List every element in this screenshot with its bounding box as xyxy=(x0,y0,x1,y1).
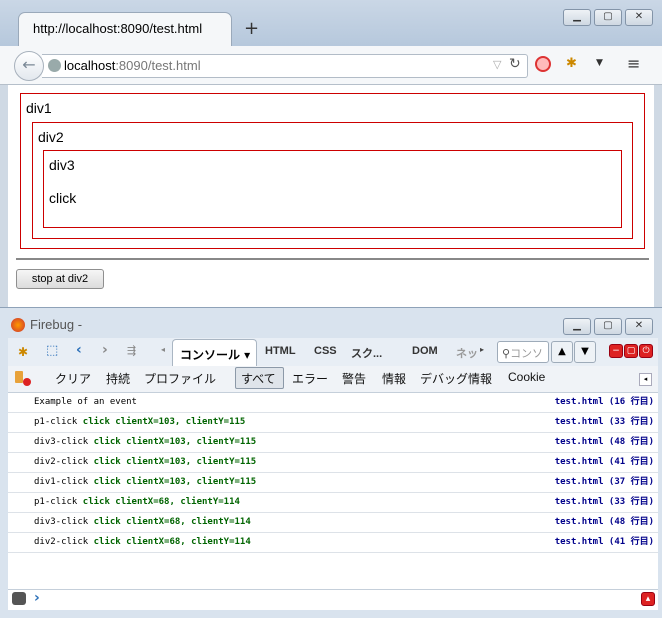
dropdown-icon[interactable]: ▽ xyxy=(493,58,501,71)
log-source-link[interactable]: test.html (48 行目) xyxy=(555,513,654,532)
scroll-right-icon[interactable]: ▸ xyxy=(480,345,484,354)
browser-tab[interactable]: http://localhost:8090/test.html xyxy=(18,12,232,46)
back-arrow-icon[interactable]: ‹ xyxy=(76,342,82,358)
search-icon: ⚲ xyxy=(502,347,511,360)
command-editor-icon[interactable] xyxy=(12,592,26,605)
globe-icon xyxy=(48,59,61,72)
maximize-button[interactable]: ▢ xyxy=(594,9,622,26)
log-source-link[interactable]: test.html (16 行目) xyxy=(555,393,654,412)
filter-errors-button[interactable]: エラー xyxy=(292,370,328,387)
tab-title: http://localhost:8090/test.html xyxy=(33,21,203,36)
filter-debug-button[interactable]: デバッグ情報 xyxy=(420,370,492,387)
div3[interactable]: div3 click xyxy=(43,150,622,228)
back-arrow-icon: ← xyxy=(22,55,36,74)
close-button[interactable]: ✕ xyxy=(625,9,653,26)
tab-dom[interactable]: DOM xyxy=(412,345,438,357)
div1-label: div1 xyxy=(26,100,52,116)
firebug-icon[interactable]: ✱ xyxy=(566,56,577,71)
log-source-link[interactable]: test.html (41 行目) xyxy=(555,453,654,472)
div2-label: div2 xyxy=(38,129,64,145)
minimize-button[interactable]: ▁ xyxy=(563,9,591,26)
search-input[interactable]: ⚲コンソ xyxy=(497,341,549,363)
firebug-minimize-button[interactable]: ▁ xyxy=(563,318,591,335)
pause-icon[interactable] xyxy=(15,371,23,383)
stop-at-div2-button[interactable]: stop at div2 xyxy=(16,269,104,289)
command-line[interactable] xyxy=(8,589,658,610)
firebug-minimize-icon[interactable]: − xyxy=(609,344,623,358)
tab-html[interactable]: HTML xyxy=(265,345,296,357)
log-source-link[interactable]: test.html (33 行目) xyxy=(555,493,654,512)
persist-button[interactable]: 持続 xyxy=(106,370,130,387)
profile-button[interactable]: プロファイル xyxy=(144,370,216,387)
filter-info-button[interactable]: 情報 xyxy=(382,370,406,387)
command-prompt: › xyxy=(34,590,40,606)
tab-net[interactable]: ネッ xyxy=(456,345,478,361)
log-source-link[interactable]: test.html (37 行目) xyxy=(555,473,654,492)
search-prev-button[interactable]: ▲ xyxy=(551,341,573,363)
log-row: Example of an event test.html (16 行目) xyxy=(8,393,658,413)
new-tab-button[interactable]: + xyxy=(244,18,259,39)
console-log: Example of an event test.html (16 行目) p1… xyxy=(8,393,658,589)
menu-icon[interactable]: ≡ xyxy=(627,56,640,72)
firebug-title: Firebug - xyxy=(30,317,83,332)
tab-script[interactable]: スク... xyxy=(351,345,382,361)
filter-all-label: すべて xyxy=(241,372,276,386)
scroll-left-icon[interactable]: ◂ xyxy=(161,345,165,354)
tab-css[interactable]: CSS xyxy=(314,345,337,357)
firebug-maximize-button[interactable]: ▢ xyxy=(594,318,622,335)
log-row: div1-click click clientX=103, clientY=11… xyxy=(8,473,658,493)
log-row: p1-click click clientX=103, clientY=115 t… xyxy=(8,413,658,433)
log-row: div3-click click clientX=68, clientY=114… xyxy=(8,513,658,533)
firebug-bug-icon[interactable]: ✱ xyxy=(18,345,28,359)
log-source-link[interactable]: test.html (41 行目) xyxy=(555,533,654,552)
url-text[interactable]: localhost:8090/test.html xyxy=(64,58,201,73)
clear-button[interactable]: クリア xyxy=(55,370,91,387)
log-row: div3-click click clientX=103, clientY=11… xyxy=(8,433,658,453)
step-icon[interactable]: ⇶ xyxy=(127,344,136,357)
filter-cookie-button[interactable]: Cookie xyxy=(508,370,545,384)
chevron-down-icon[interactable]: ▼ xyxy=(596,58,603,68)
divider xyxy=(16,258,649,260)
firebug-power-icon[interactable]: ⏻ xyxy=(639,344,653,358)
firefox-icon xyxy=(11,318,25,332)
forward-arrow-icon[interactable]: › xyxy=(102,342,108,358)
search-next-button[interactable]: ▼ xyxy=(574,341,596,363)
reload-icon[interactable]: ↻ xyxy=(509,56,521,72)
log-source-link[interactable]: test.html (33 行目) xyxy=(555,413,654,432)
p1-text[interactable]: click xyxy=(49,190,76,206)
expand-command-icon[interactable]: ▴ xyxy=(641,592,655,606)
filter-warnings-button[interactable]: 警告 xyxy=(342,370,366,387)
firebug-close-button[interactable]: ✕ xyxy=(625,318,653,335)
collapse-icon[interactable]: ◂ xyxy=(639,373,652,386)
block-addon-icon[interactable] xyxy=(535,56,551,72)
log-row: div2-click click clientX=103, clientY=11… xyxy=(8,453,658,473)
log-row: p1-click click clientX=68, clientY=114 te… xyxy=(8,493,658,513)
div3-label: div3 xyxy=(49,157,75,173)
log-source-link[interactable]: test.html (48 行目) xyxy=(555,433,654,452)
back-button[interactable]: ← xyxy=(14,51,44,81)
tab-console[interactable]: コンソール ▾ xyxy=(172,339,257,367)
stop-icon xyxy=(23,378,31,386)
firebug-detach-icon[interactable]: ▢ xyxy=(624,344,638,358)
inspect-icon[interactable]: ⬚ xyxy=(46,343,58,358)
log-row: div2-click click clientX=68, clientY=114… xyxy=(8,533,658,553)
